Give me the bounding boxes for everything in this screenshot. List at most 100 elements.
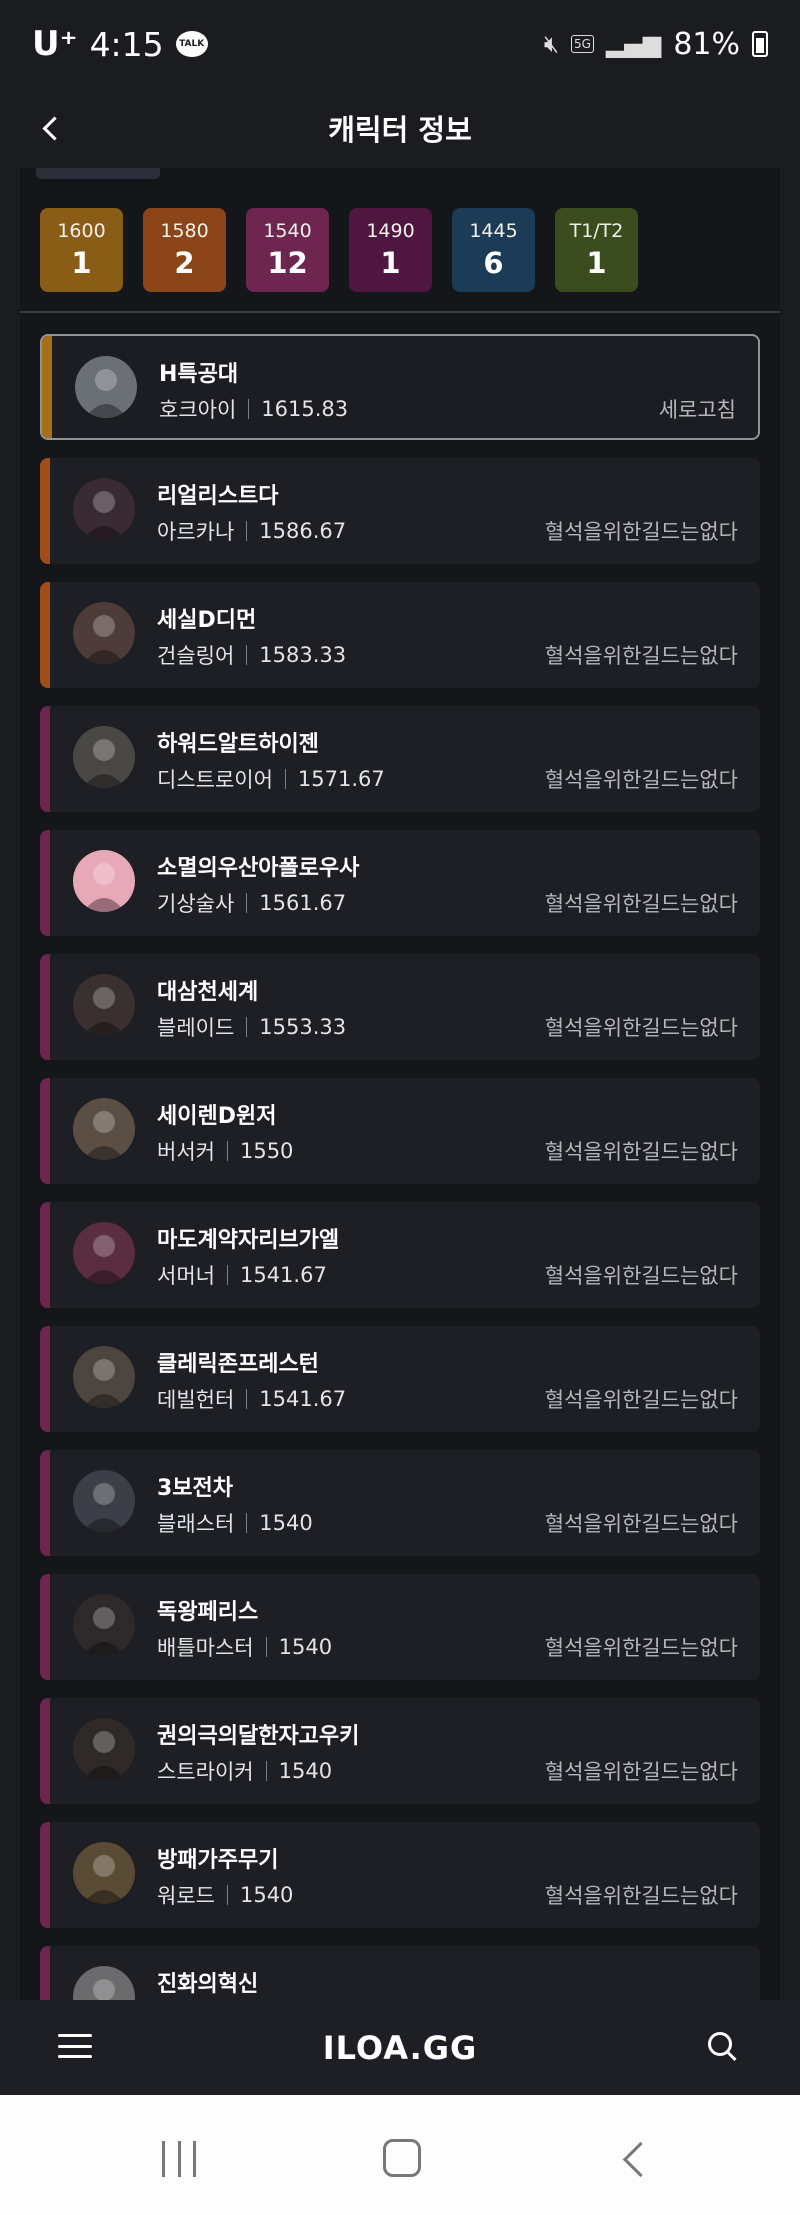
character-meta: 건슬링어 1583.33 [157, 640, 346, 670]
character-class: 스트라이커 [157, 1760, 254, 1784]
meta-separator [265, 1637, 267, 1657]
tier-accent-bar [40, 1946, 50, 2000]
character-name: 독왕페리스 [157, 1600, 259, 1625]
tier-level: 1580 [160, 220, 209, 242]
avatar [75, 356, 137, 418]
item-level: 1540 [239, 1883, 294, 1907]
tier-accent-bar [40, 1326, 50, 1432]
tier-count: 2 [174, 246, 195, 280]
avatar [73, 974, 135, 1036]
character-meta: 블레이드 1553.33 [157, 1012, 346, 1042]
tier-badge[interactable]: T1/T2 1 [555, 208, 638, 292]
tier-badge[interactable]: 1600 1 [40, 208, 123, 292]
network-type-icon: 5G [571, 35, 594, 53]
item-level: 1615.83 [261, 397, 349, 421]
character-card[interactable]: 3보전차 블래스터 1540 혈석을위한길드는없다 [40, 1450, 760, 1556]
character-class: 데빌헌터 [157, 1388, 235, 1412]
refresh-button[interactable]: 세로고침 [659, 394, 736, 424]
character-name: 대삼천세계 [157, 980, 259, 1005]
character-card[interactable]: 진화의혁신 [40, 1946, 760, 2000]
character-meta: 디스트로이어 1571.67 [157, 764, 385, 794]
character-card[interactable]: 방패가주무기 워로드 1540 혈석을위한길드는없다 [40, 1822, 760, 1928]
avatar [73, 1098, 135, 1160]
meta-separator [265, 1761, 267, 1781]
tier-badge[interactable]: 1540 12 [246, 208, 329, 292]
item-level: 1540 [278, 1759, 333, 1783]
guild-name: 혈석을위한길드는없다 [544, 1636, 738, 1660]
avatar [73, 1222, 135, 1284]
guild-name: 혈석을위한길드는없다 [544, 892, 738, 916]
kakaotalk-notification-icon: TALK [175, 31, 208, 57]
character-card[interactable]: 소멸의우산아폴로우사 기상술사 1561.67 혈석을위한길드는없다 [40, 830, 760, 936]
character-meta: 배틀마스터 1540 [157, 1632, 332, 1662]
item-level: 1553.33 [259, 1015, 347, 1039]
tier-count: 1 [586, 246, 607, 280]
character-card[interactable]: 대삼천세계 블레이드 1553.33 혈석을위한길드는없다 [40, 954, 760, 1060]
character-name: 세이렌D윈저 [157, 1104, 277, 1129]
scrolled-section-header [36, 168, 160, 180]
character-name: 하워드알트하이젠 [157, 732, 319, 757]
character-name: 세실D디먼 [157, 608, 257, 633]
tier-level: T1/T2 [569, 220, 624, 242]
character-meta: 서머너 1541.67 [157, 1260, 327, 1290]
character-list: H특공대 호크아이 1615.83 세로고침 리얼리스트다 아르카나 1586.67 혈석을위… [40, 334, 760, 2000]
avatar [73, 602, 135, 664]
guild-name: 혈석을위한길드는없다 [544, 1388, 738, 1412]
meta-separator [246, 1513, 248, 1533]
talk-icon-label: TALK [179, 39, 205, 49]
guild-name: 혈석을위한길드는없다 [544, 1512, 738, 1536]
character-name: 리얼리스트다 [157, 484, 279, 509]
tier-accent-bar [40, 1202, 50, 1308]
menu-icon[interactable] [58, 2034, 92, 2058]
brand-logo[interactable]: ILOA.GG [323, 2029, 478, 2067]
character-class: 기상술사 [157, 892, 235, 916]
tier-count: 1 [380, 246, 401, 280]
guild-name: 혈석을위한길드는없다 [544, 1140, 738, 1164]
character-name: 마도계약자리브가엘 [157, 1228, 340, 1253]
character-card[interactable]: 리얼리스트다 아르카나 1586.67 혈석을위한길드는없다 [40, 458, 760, 564]
tier-badge[interactable]: 1580 2 [143, 208, 226, 292]
character-meta: 데빌헌터 1541.67 [157, 1384, 346, 1414]
home-button[interactable] [383, 2139, 421, 2177]
character-card[interactable]: 권의극의달한자고우키 스트라이커 1540 혈석을위한길드는없다 [40, 1698, 760, 1804]
recents-button[interactable] [162, 2141, 196, 2177]
character-card[interactable]: 세실D디먼건슬링어 1583.33 혈석을위한길드는없다 [40, 582, 760, 688]
character-meta: 기상술사 1561.67 [157, 888, 346, 918]
character-card[interactable]: 클레릭존프레스턴 데빌헌터 1541.67 혈석을위한길드는없다 [40, 1326, 760, 1432]
tier-badge[interactable]: 1445 6 [452, 208, 535, 292]
item-level: 1541.67 [239, 1263, 327, 1287]
guild-name: 혈석을위한길드는없다 [544, 644, 738, 668]
character-class: 서머너 [157, 1264, 215, 1288]
character-card[interactable]: 마도계약자리브가엘 서머너 1541.67 혈석을위한길드는없다 [40, 1202, 760, 1308]
divider [20, 311, 780, 313]
meta-separator [248, 399, 250, 419]
meta-separator [226, 1141, 228, 1161]
item-level: 1583.33 [259, 643, 347, 667]
tier-accent-bar [40, 582, 50, 688]
avatar [73, 1718, 135, 1780]
tier-accent-bar [40, 1078, 50, 1184]
character-card[interactable]: H특공대 호크아이 1615.83 세로고침 [40, 334, 760, 440]
character-card[interactable]: 하워드알트하이젠 디스트로이어 1571.67 혈석을위한길드는없다 [40, 706, 760, 812]
tier-accent-bar [40, 1822, 50, 1928]
page-title: 캐릭터 정보 [328, 113, 472, 147]
meta-separator [246, 1389, 248, 1409]
character-card[interactable]: 독왕페리스배틀마스터 1540 혈석을위한길드는없다 [40, 1574, 760, 1680]
tier-level: 1600 [57, 220, 106, 242]
app-header: 캐릭터 정보 [0, 88, 800, 168]
item-level: 1540 [259, 1511, 313, 1535]
avatar [73, 478, 135, 540]
tier-accent-bar [42, 336, 52, 438]
character-class: 아르카나 [157, 520, 235, 544]
avatar [73, 1470, 135, 1532]
search-icon[interactable] [706, 2030, 740, 2064]
status-bar: U⁺ 4:15 TALK 🔇︎ 5G ▂▄▆ 81% [0, 0, 800, 88]
character-card[interactable]: 세이렌D윈저 버서커 1550 혈석을위한길드는없다 [40, 1078, 760, 1184]
character-class: 호크아이 [159, 398, 237, 422]
system-back-button[interactable] [618, 2143, 648, 2173]
item-level: 1540 [278, 1635, 333, 1659]
meta-separator [246, 521, 248, 541]
content-scroll-area[interactable]: 1600 1 1580 2 1540 12 1490 1 1445 6 T1/T2 1 H특공대 호크아… [0, 168, 800, 2000]
tier-badge[interactable]: 1490 1 [349, 208, 432, 292]
back-button[interactable] [36, 110, 72, 146]
